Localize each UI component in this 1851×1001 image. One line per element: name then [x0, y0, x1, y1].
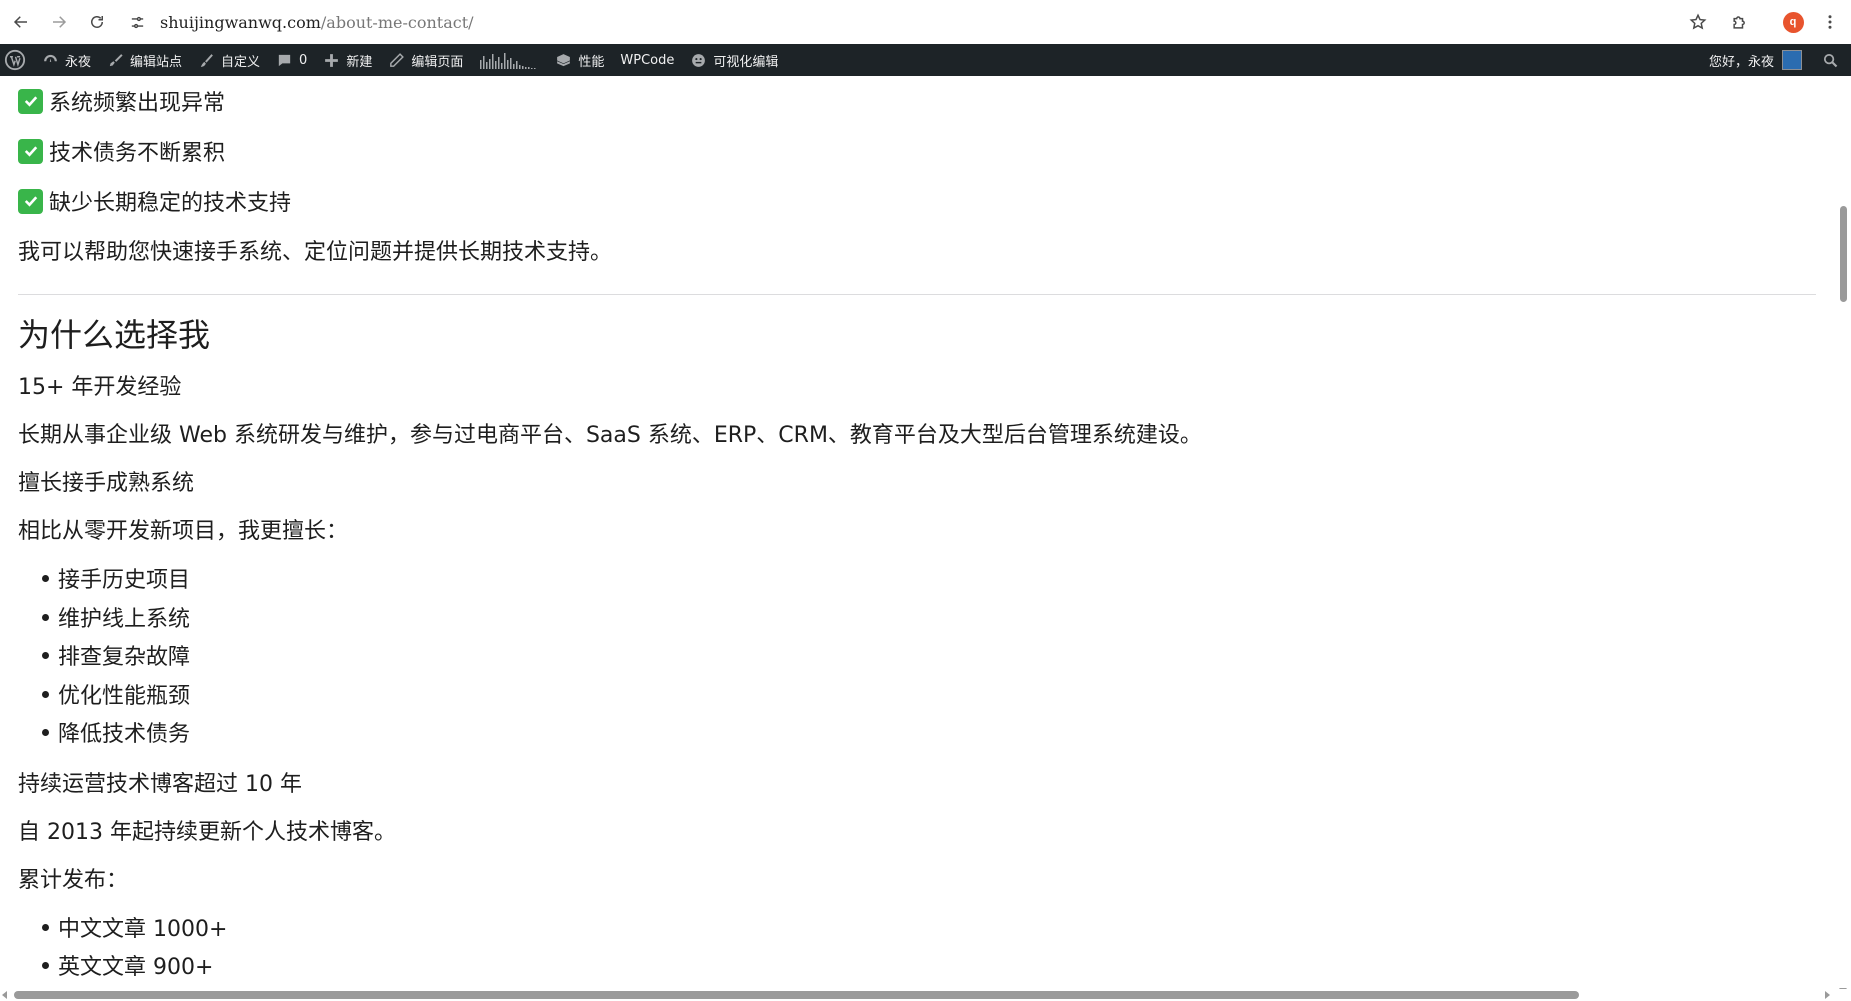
list-item: 排查复杂故障 [42, 636, 1818, 675]
admin-performance[interactable]: 性能 [547, 44, 612, 76]
site-settings-icon [131, 16, 143, 28]
search-icon [1823, 53, 1838, 67]
plus-icon [325, 53, 339, 67]
wordpress-logo-icon [4, 49, 26, 71]
admin-stats-chart[interactable] [471, 44, 547, 76]
admin-search[interactable] [1810, 44, 1851, 76]
list-item: 维护线上系统 [42, 598, 1818, 637]
wp-admin-bar: 永夜 编辑站点 自定义 0 新建 编辑页面 性能 WPCode 可视化编辑 您好… [0, 44, 1851, 76]
vertical-scrollbar-thumb[interactable] [1840, 206, 1847, 302]
brush-icon [109, 53, 123, 66]
list-item: 降低技术债务 [42, 713, 1818, 752]
reload-button[interactable] [81, 6, 113, 38]
avatar [1782, 50, 1802, 70]
intro-summary: 我可以帮助您快速接手系统、定位问题并提供长期技术支持。 [18, 240, 613, 265]
address-bar[interactable]: shuijingwanwq.com/about-me-contact/ [116, 4, 1712, 40]
mature-systems-description: 相比从零开发新项目，我更擅长： [18, 519, 349, 544]
admin-wpcode[interactable]: WPCode [612, 44, 682, 76]
scroll-right-arrow-icon[interactable] [1825, 991, 1830, 999]
horizontal-scrollbar-thumb[interactable] [14, 991, 1579, 999]
published-label: 累计发布： [18, 867, 129, 893]
visual-editor-icon [692, 53, 706, 67]
performance-icon [557, 53, 571, 66]
page-viewport: 系统频繁出现异常 技术债务不断累积 缺少长期稳定的技术支持 我可以帮助您快速接手… [0, 76, 1836, 989]
star-icon [1689, 13, 1707, 30]
forward-arrow-icon [53, 16, 67, 28]
list-item: 中文文章 1000+ [42, 908, 1818, 947]
scroll-left-arrow-icon[interactable] [2, 991, 7, 999]
list-item: 优化性能瓶颈 [42, 675, 1818, 714]
puzzle-piece-icon [1733, 16, 1745, 29]
reload-icon [91, 16, 103, 28]
horizontal-scrollbar[interactable] [0, 989, 1851, 1001]
admin-wpcode-label: WPCode [620, 52, 675, 68]
admin-new-content[interactable]: 新建 [315, 44, 380, 76]
pencil-icon [390, 52, 405, 67]
mature-systems-title: 擅长接手成熟系统 [18, 471, 195, 496]
section-heading: 为什么选择我 [18, 316, 211, 354]
url-path: /about-me-contact/ [320, 12, 474, 32]
extensions-button[interactable] [1724, 6, 1756, 38]
check-mark-icon [18, 138, 43, 164]
kebab-menu-icon [1828, 15, 1832, 29]
admin-comments[interactable]: 0 [268, 44, 315, 76]
admin-edit-page[interactable]: 编辑页面 [380, 44, 471, 76]
admin-site-name[interactable]: 永夜 [34, 44, 99, 76]
url-text[interactable]: shuijingwanwq.com/about-me-contact/ [160, 13, 474, 32]
url-domain: shuijingwanwq.com [160, 12, 321, 32]
admin-edit-site-label: 编辑站点 [130, 54, 183, 70]
wp-logo-menu[interactable] [0, 44, 34, 76]
admin-bar-secondary: 您好，永夜 [1701, 44, 1851, 76]
admin-comments-count: 0 [299, 52, 308, 68]
admin-site-name-label: 永夜 [65, 54, 92, 70]
site-info-button[interactable] [124, 9, 150, 35]
page-content: 系统频繁出现异常 技术债务不断累积 缺少长期稳定的技术支持 我可以帮助您快速接手… [18, 76, 1818, 985]
blog-title: 持续运营技术博客超过 10 年 [18, 771, 302, 797]
admin-customize-label: 自定义 [221, 54, 261, 70]
checklist-text: 系统频繁出现异常 [49, 91, 226, 116]
checklist-item: 系统频繁出现异常 [18, 76, 1818, 126]
experience-title: 15+ 年开发经验 [18, 375, 182, 400]
checklist-text: 缺少长期稳定的技术支持 [49, 191, 292, 216]
admin-visual-editor[interactable]: 可视化编辑 [682, 44, 786, 76]
admin-edit-site[interactable]: 编辑站点 [99, 44, 190, 76]
forward-button[interactable] [43, 6, 75, 38]
browser-toolbar: shuijingwanwq.com/about-me-contact/ q [0, 0, 1851, 44]
back-button[interactable] [5, 6, 37, 38]
back-arrow-icon [13, 16, 27, 28]
dashboard-icon [44, 54, 57, 62]
admin-visual-editor-label: 可视化编辑 [713, 54, 779, 70]
browser-menu-button[interactable] [1815, 7, 1845, 37]
admin-greeting: 您好，永夜 [1708, 54, 1774, 70]
admin-my-account[interactable]: 您好，永夜 [1701, 44, 1810, 76]
section-divider [18, 294, 1816, 295]
check-mark-icon [18, 88, 43, 114]
admin-new-label: 新建 [346, 54, 373, 70]
skills-list: 接手历史项目 维护线上系统 排查复杂故障 优化性能瓶颈 降低技术债务 [18, 559, 1818, 752]
profile-avatar: q [1782, 11, 1804, 33]
checklist-text: 技术债务不断累积 [49, 141, 226, 166]
profile-button[interactable]: q [1778, 7, 1808, 37]
list-item: 接手历史项目 [42, 559, 1818, 598]
stats-sparkline-icon [480, 53, 536, 69]
list-item: 英文文章 900+ [42, 946, 1818, 985]
admin-performance-label: 性能 [578, 54, 605, 70]
admin-edit-page-label: 编辑页面 [411, 54, 464, 70]
check-mark-icon [18, 188, 43, 214]
vertical-scrollbar[interactable] [1836, 76, 1851, 993]
blog-description: 自 2013 年起持续更新个人技术博客。 [18, 819, 396, 845]
comment-icon [278, 54, 291, 66]
published-list: 中文文章 1000+ 英文文章 900+ [18, 908, 1818, 985]
experience-description: 长期从事企业级 Web 系统研发与维护，参与过电商平台、SaaS 系统、ERP、… [18, 423, 1202, 448]
paintbrush-icon [200, 53, 213, 67]
admin-customize[interactable]: 自定义 [190, 44, 268, 76]
bookmark-button[interactable] [1684, 8, 1712, 36]
checklist-item: 缺少长期稳定的技术支持 [18, 176, 1818, 226]
checklist-item: 技术债务不断累积 [18, 126, 1818, 176]
